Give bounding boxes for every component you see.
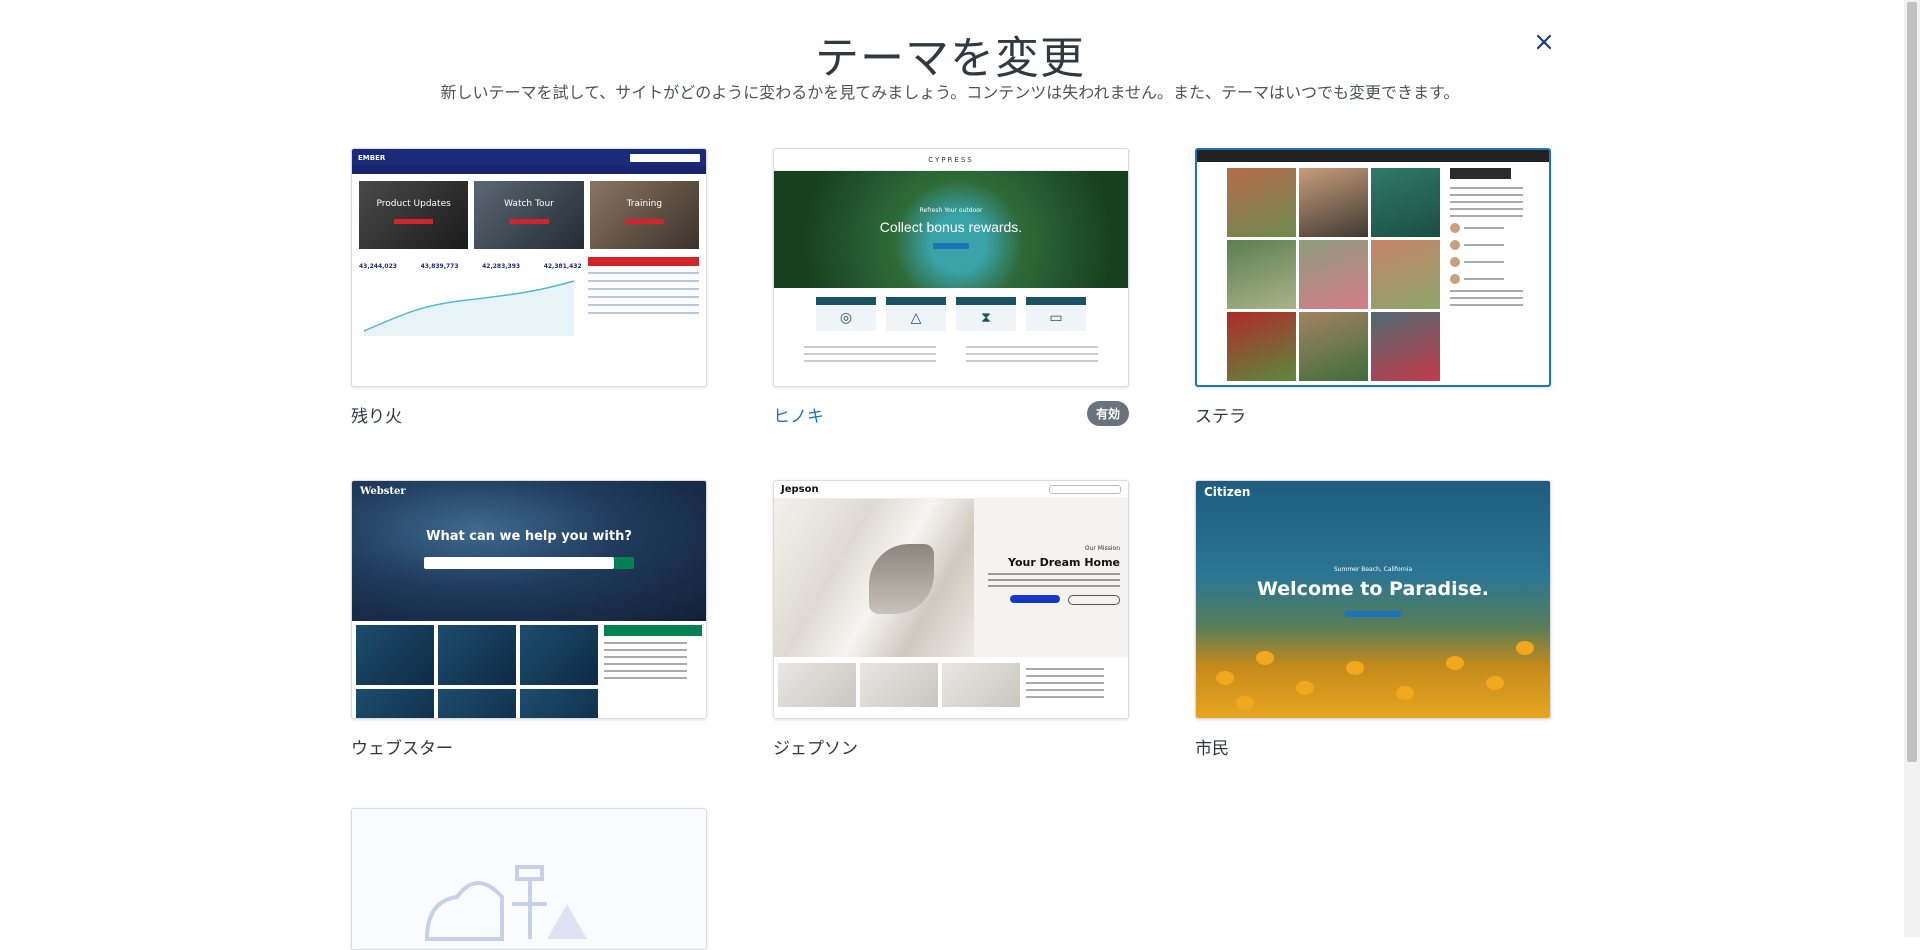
preview-tile-label: Training bbox=[626, 199, 663, 209]
theme-preview-jepson[interactable]: Jepson Our Mission Your Dream Home bbox=[773, 480, 1129, 719]
preview-stat: 42,381,432 bbox=[543, 263, 582, 270]
mountain-icon: △ bbox=[886, 305, 946, 331]
active-badge: 有効 bbox=[1086, 401, 1129, 426]
close-button[interactable] bbox=[1530, 28, 1558, 56]
preview-line-chart bbox=[363, 280, 575, 336]
preview-stat: 42,283,393 bbox=[482, 263, 521, 270]
preview-hero-small: Summer Beach, California bbox=[1333, 566, 1413, 573]
avatar bbox=[1450, 274, 1460, 284]
theme-name[interactable]: ジェプソン bbox=[773, 734, 858, 759]
preview-hero-heading: Collect bonus rewards. bbox=[879, 219, 1023, 235]
preview-hero-small: Refresh Your outdoor bbox=[919, 207, 983, 214]
theme-preview-placeholder[interactable] bbox=[351, 808, 707, 950]
avatar bbox=[1450, 257, 1460, 267]
close-icon bbox=[1536, 34, 1552, 50]
theme-preview-stella[interactable] bbox=[1195, 148, 1551, 387]
theme-preview-citizen[interactable]: Citizen Summer Beach, California Welcome… bbox=[1195, 480, 1551, 719]
hourglass-icon: ⧗ bbox=[956, 305, 1016, 331]
preview-tile-label: Watch Tour bbox=[504, 199, 554, 209]
page-title: テーマを変更 bbox=[815, 33, 1085, 84]
avatar bbox=[1450, 240, 1460, 250]
screen-icon: ▭ bbox=[1026, 305, 1086, 331]
scrollbar[interactable] bbox=[1904, 0, 1920, 937]
preview-hero-heading: Welcome to Paradise. bbox=[1257, 578, 1489, 600]
preview-search bbox=[424, 557, 614, 569]
theme-preview-ember[interactable]: EMBER Product Updates Watch Tour Trainin… bbox=[351, 148, 707, 387]
preview-hero-heading: Your Dream Home bbox=[1007, 556, 1120, 569]
placeholder-illustration-icon bbox=[424, 865, 587, 941]
avatar bbox=[1450, 223, 1460, 233]
scrollbar-thumb[interactable] bbox=[1907, 2, 1917, 762]
preview-tile-label: Product Updates bbox=[376, 199, 451, 209]
preview-search bbox=[1049, 485, 1121, 494]
preview-logo: Webster bbox=[360, 486, 406, 497]
preview-hero-heading: What can we help you with? bbox=[426, 529, 632, 544]
preview-stat: 43,839,773 bbox=[420, 263, 459, 270]
page-subtitle: 新しいテーマを試して、サイトがどのように変わるかを見てみましょう。コンテンツは失… bbox=[440, 83, 1460, 102]
theme-name[interactable]: ウェブスター bbox=[351, 734, 453, 759]
preview-logo: Citizen bbox=[1204, 485, 1251, 499]
preview-logo: CYPRESS bbox=[774, 149, 1128, 171]
preview-logo: EMBER bbox=[358, 153, 386, 162]
theme-preview-webster[interactable]: Webster What can we help you with? bbox=[351, 480, 707, 719]
theme-name[interactable]: 市民 bbox=[1195, 734, 1229, 759]
preview-search bbox=[630, 153, 700, 162]
preview-mission: Our Mission bbox=[1084, 545, 1120, 552]
search-icon bbox=[614, 557, 634, 569]
theme-preview-hinoki[interactable]: CYPRESS Refresh Your outdoor Collect bon… bbox=[773, 148, 1129, 387]
theme-name[interactable]: 残り火 bbox=[351, 402, 402, 427]
theme-name[interactable]: ステラ bbox=[1195, 402, 1246, 427]
preview-logo: Jepson bbox=[781, 484, 819, 495]
preview-stat: 43,244,023 bbox=[359, 263, 397, 270]
compass-icon: ◎ bbox=[816, 305, 876, 331]
theme-name[interactable]: ヒノキ bbox=[773, 402, 824, 427]
